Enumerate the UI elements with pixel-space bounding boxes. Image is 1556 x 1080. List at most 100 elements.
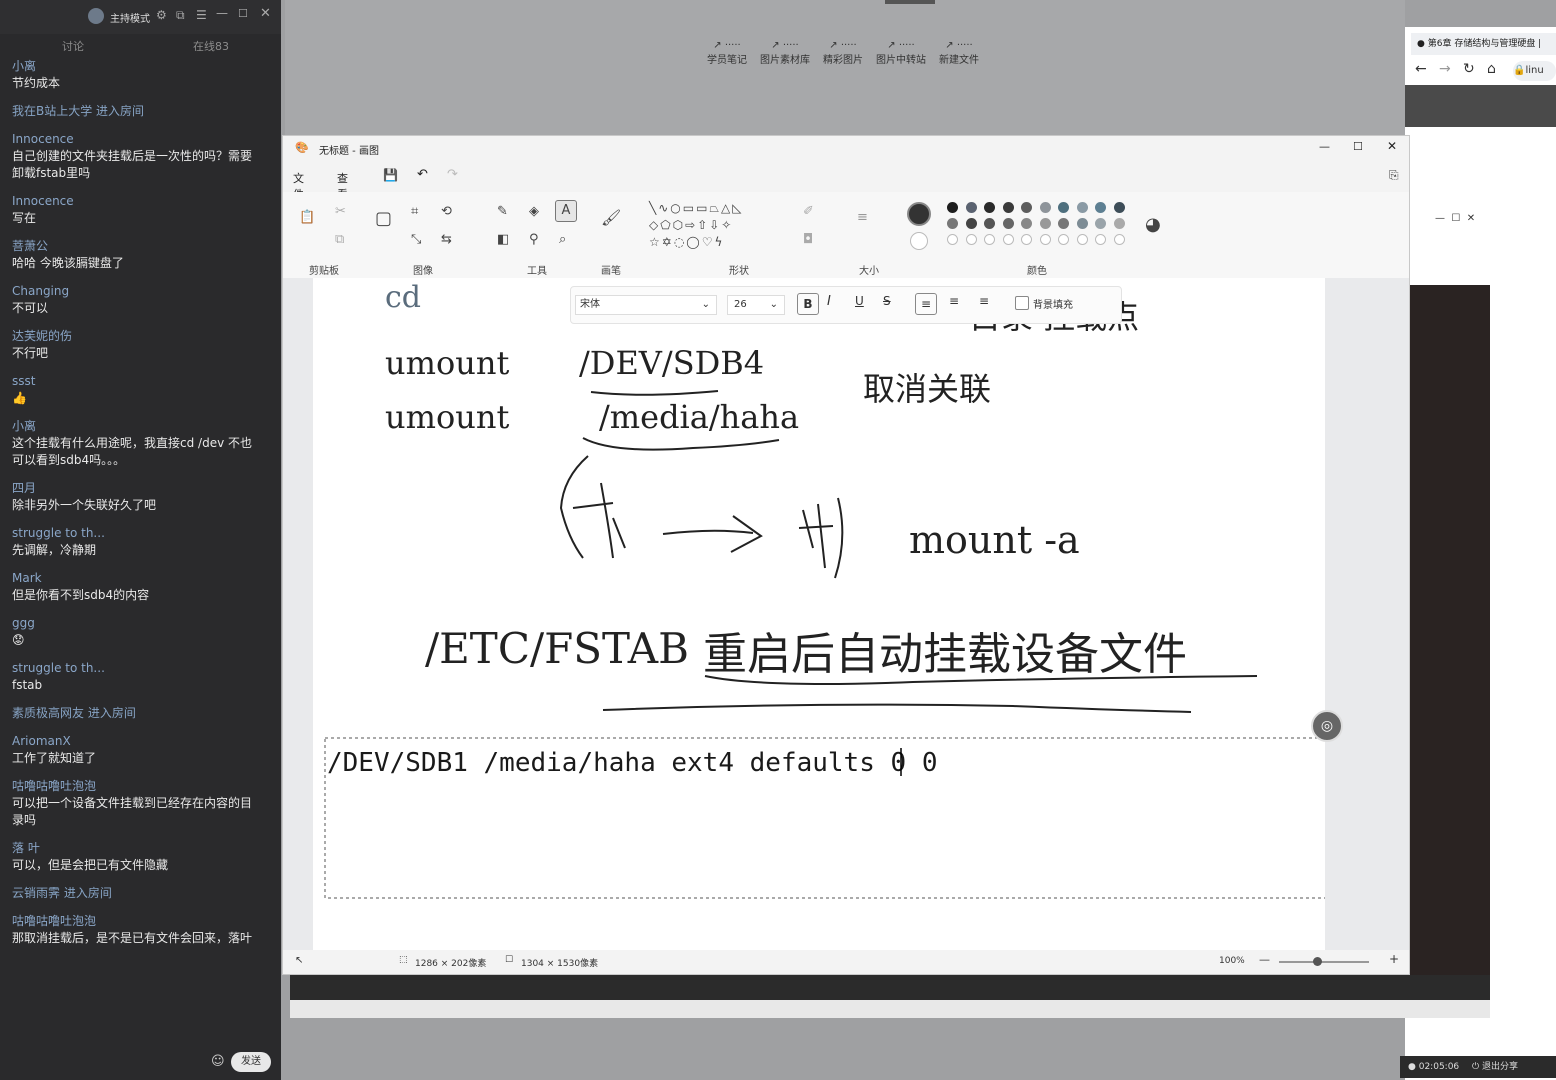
color-swatch[interactable]: [1021, 218, 1032, 229]
color-swatch-empty[interactable]: [1076, 234, 1088, 245]
drawing-canvas[interactable]: cd 目录 挂载点 umount /DEV/SDB4 取消关联 umount /…: [313, 278, 1343, 950]
color-swatch[interactable]: [1095, 218, 1106, 229]
outline-icon[interactable]: ✐: [803, 204, 814, 219]
color-swatch[interactable]: [1076, 202, 1088, 213]
exit-share-button[interactable]: ⏻ 退出分享: [1472, 1062, 1518, 1072]
brush-icon[interactable]: 🖌: [601, 208, 621, 227]
italic-button[interactable]: I: [827, 294, 831, 309]
zoom-slider-thumb[interactable]: [1313, 957, 1322, 966]
color-swatch[interactable]: [965, 218, 977, 229]
inner-minimize-icon[interactable]: —: [1435, 213, 1445, 224]
underline-button[interactable]: U: [855, 294, 864, 308]
bold-button[interactable]: B: [797, 293, 819, 315]
align-center-button[interactable]: ≡: [949, 294, 959, 308]
color-swatch-empty[interactable]: [1021, 234, 1032, 245]
shapes-gallery-icon[interactable]: ╲∿○▭▭⏢△◺ ◇⬠⬡⇨⇧⇩✧ ☆✡◌◯♡ϟ: [649, 200, 789, 251]
inner-close-icon[interactable]: ✕: [1467, 213, 1475, 224]
pencil-icon[interactable]: ✎: [497, 204, 508, 219]
paste-icon[interactable]: 📋: [299, 210, 315, 225]
strip-button-library[interactable]: ↗ ····· 图片素材库: [757, 40, 813, 66]
color-swatch-empty[interactable]: [965, 234, 977, 245]
color-swatch-empty[interactable]: [1095, 234, 1106, 245]
paint-minimize-icon[interactable]: —: [1319, 140, 1330, 153]
back-icon[interactable]: ←: [1415, 61, 1427, 77]
shape-fill-icon[interactable]: ◘: [803, 232, 813, 247]
tab-online[interactable]: 在线83: [193, 38, 229, 54]
emoji-icon[interactable]: ☺: [211, 1054, 225, 1069]
color-swatch-empty[interactable]: [1039, 234, 1051, 245]
color-swatch[interactable]: [947, 202, 958, 213]
align-right-button[interactable]: ≡: [979, 294, 989, 308]
color-swatch[interactable]: [965, 202, 977, 213]
close-icon[interactable]: ✕: [260, 6, 271, 21]
popout-icon[interactable]: ⧉: [176, 8, 185, 23]
select-icon[interactable]: ▢: [375, 208, 392, 229]
reload-icon[interactable]: ↻: [1463, 61, 1475, 77]
resize-icon[interactable]: ⤡: [411, 232, 421, 247]
undo-icon[interactable]: ↶: [417, 167, 428, 182]
strip-button-transfer[interactable]: ↗ ····· 图片中转站: [873, 40, 929, 66]
color-swatch[interactable]: [1021, 202, 1032, 213]
font-size-select[interactable]: 26 ⌄: [727, 295, 785, 315]
magnifier-icon[interactable]: ⌕: [559, 232, 566, 247]
send-button[interactable]: 发送: [231, 1052, 271, 1072]
bg-fill-checkbox[interactable]: [1015, 296, 1029, 310]
color-swatch[interactable]: [1095, 202, 1106, 213]
strikethrough-button[interactable]: S: [883, 294, 891, 308]
color-swatch[interactable]: [1039, 218, 1051, 229]
color-swatch[interactable]: [1113, 218, 1125, 229]
size-icon[interactable]: ≡: [857, 210, 868, 225]
crop-icon[interactable]: ⌗: [411, 204, 418, 219]
color-swatch[interactable]: [1058, 218, 1069, 229]
home-icon[interactable]: ⌂: [1487, 61, 1496, 77]
color2-selector[interactable]: [910, 232, 928, 250]
color-picker-icon[interactable]: ⚲: [529, 232, 539, 247]
align-left-button[interactable]: ≡: [915, 293, 937, 315]
color-swatch[interactable]: [1058, 202, 1069, 213]
color-swatch[interactable]: [947, 218, 958, 229]
cut-icon[interactable]: ✂: [335, 204, 346, 219]
paint-close-icon[interactable]: ✕: [1387, 139, 1397, 153]
browser-tab[interactable]: ● 第6章 存储结构与管理硬盘 |: [1411, 33, 1556, 55]
redo-icon[interactable]: ↷: [447, 167, 458, 182]
color-swatch[interactable]: [1002, 202, 1014, 213]
flip-icon[interactable]: ⇆: [441, 232, 452, 247]
forward-icon[interactable]: →: [1439, 61, 1451, 77]
color-swatch-empty[interactable]: [984, 234, 995, 245]
color-swatch[interactable]: [1076, 218, 1088, 229]
color-swatch-empty[interactable]: [1002, 234, 1014, 245]
maximize-icon[interactable]: ☐: [238, 7, 248, 20]
menu-icon[interactable]: ☰: [196, 8, 207, 22]
edit-colors-icon[interactable]: ◕: [1145, 214, 1161, 235]
rotate-icon[interactable]: ⟲: [441, 204, 452, 219]
minimize-icon[interactable]: —: [216, 6, 228, 20]
color-swatch[interactable]: [1113, 202, 1125, 213]
eraser-icon[interactable]: ◧: [497, 232, 509, 247]
color-swatch[interactable]: [984, 202, 995, 213]
zoom-in-icon[interactable]: +: [1389, 952, 1399, 966]
strip-button-newfile[interactable]: ↗ ····· 新建文件: [931, 40, 987, 66]
copy-icon[interactable]: ⧉: [335, 232, 344, 247]
text-tool-icon[interactable]: A: [555, 200, 577, 222]
paint-maximize-icon[interactable]: ☐: [1353, 140, 1363, 153]
color-swatch-empty[interactable]: [1058, 234, 1069, 245]
color-swatch[interactable]: [1039, 202, 1051, 213]
fill-icon[interactable]: ◈: [529, 204, 539, 219]
color-swatch-empty[interactable]: [1113, 234, 1125, 245]
tab-discuss[interactable]: 讨论: [62, 38, 84, 54]
address-bar[interactable]: 🔒linu: [1513, 61, 1556, 81]
strip-button-images[interactable]: ↗ ····· 精彩图片: [815, 40, 871, 66]
save-icon[interactable]: 💾: [383, 168, 398, 182]
settings-icon[interactable]: ⚙: [156, 8, 167, 22]
copilot-icon[interactable]: ◎: [1311, 710, 1343, 742]
zoom-slider[interactable]: [1279, 957, 1369, 966]
color-swatch-empty[interactable]: [947, 234, 958, 245]
color-swatch[interactable]: [1002, 218, 1014, 229]
color-swatch[interactable]: [984, 218, 995, 229]
share-icon[interactable]: ⎘: [1389, 168, 1399, 183]
font-family-select[interactable]: 宋体 ⌄: [575, 295, 717, 315]
color1-selector[interactable]: [907, 202, 931, 226]
zoom-out-icon[interactable]: —: [1259, 953, 1270, 966]
strip-button-notes[interactable]: ↗ ····· 学员笔记: [699, 40, 755, 66]
inner-maximize-icon[interactable]: ☐: [1451, 213, 1460, 224]
